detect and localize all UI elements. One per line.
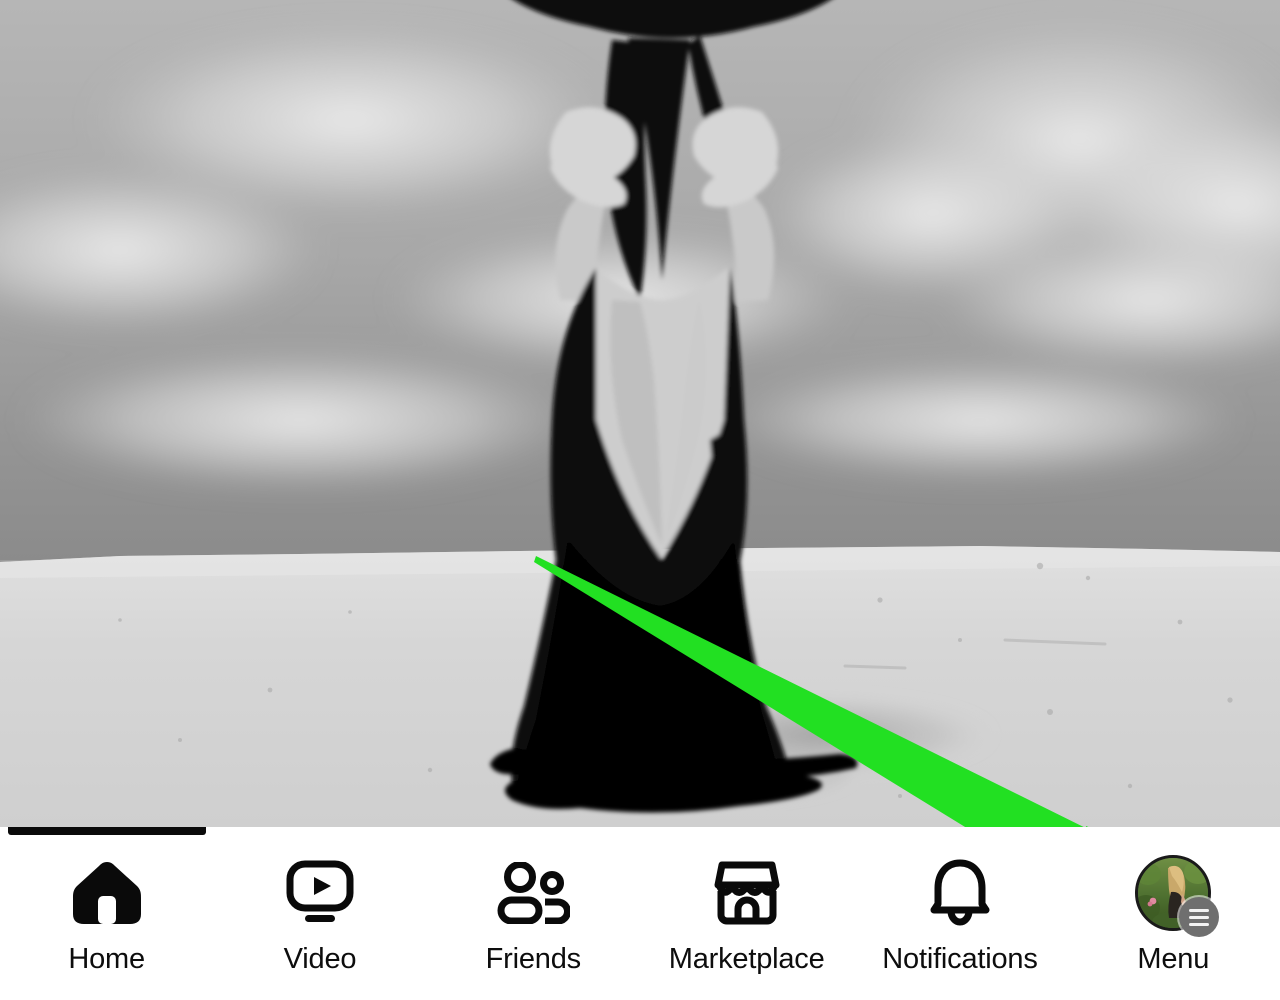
home-indicator [8, 827, 206, 835]
bottom-navigation-bar: Home Video Friends Marketplace Notificat… [0, 827, 1280, 1000]
nav-item-notifications[interactable]: Notifications [853, 827, 1066, 1000]
video-icon [282, 855, 358, 931]
hamburger-icon[interactable] [1179, 897, 1220, 937]
nav-label-video: Video [283, 943, 357, 975]
nav-item-video[interactable]: Video [213, 827, 426, 1000]
marketplace-icon [709, 855, 785, 931]
app-root: Home Video Friends Marketplace Notificat… [0, 0, 1280, 1000]
nav-item-friends[interactable]: Friends [427, 827, 640, 1000]
bell-icon [922, 855, 998, 931]
nav-label-marketplace: Marketplace [668, 943, 825, 975]
nav-item-home[interactable]: Home [0, 827, 213, 1000]
nav-item-marketplace[interactable]: Marketplace [640, 827, 853, 1000]
nav-label-friends: Friends [485, 943, 582, 975]
feed-photo[interactable] [0, 0, 1280, 827]
home-icon [69, 855, 145, 931]
nav-label-home: Home [68, 943, 145, 975]
nav-label-menu: Menu [1137, 943, 1210, 975]
photo-artwork [0, 0, 1280, 827]
avatar-menu-icon [1135, 855, 1220, 937]
nav-item-menu[interactable]: Menu [1067, 827, 1280, 1000]
nav-label-notifications: Notifications [882, 943, 1038, 975]
friends-icon [495, 855, 571, 931]
